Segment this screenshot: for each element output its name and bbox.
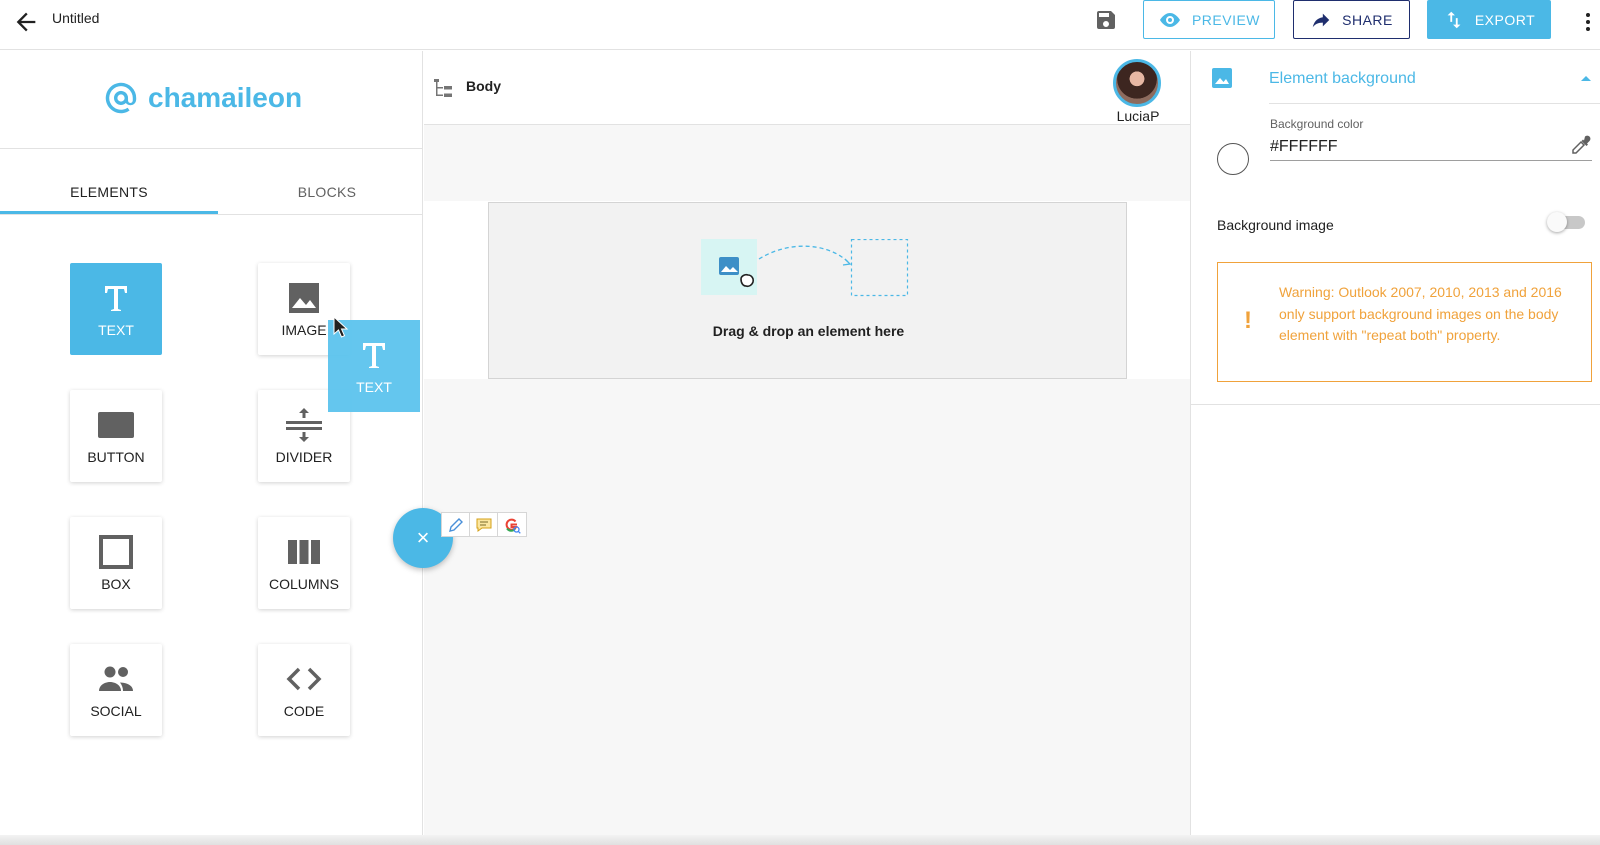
background-color-label: Background color <box>1270 117 1364 131</box>
element-label: TEXT <box>98 322 134 338</box>
export-button-label: EXPORT <box>1474 11 1536 28</box>
breadcrumb-body[interactable]: Body <box>466 78 501 94</box>
at-sign-icon <box>105 82 137 114</box>
elements-sidebar: chamaileon ELEMENTS BLOCKS TEXT IMAGE BU… <box>0 51 423 845</box>
divider <box>1191 404 1600 405</box>
settings-panel: Element background Background color Back… <box>1190 51 1600 845</box>
pencil-tool[interactable] <box>442 513 470 536</box>
avatar[interactable] <box>1113 59 1161 107</box>
toggle-knob <box>1547 212 1567 232</box>
chevron-up-icon[interactable] <box>1579 71 1593 85</box>
preview-button-label: PREVIEW <box>1191 11 1261 28</box>
document-title[interactable]: Untitled <box>52 10 99 26</box>
divider <box>0 148 423 149</box>
tab-elements[interactable]: ELEMENTS <box>0 171 218 213</box>
social-people-icon <box>99 666 133 691</box>
color-swatch[interactable] <box>1217 143 1249 175</box>
share-button-label: SHARE <box>1342 11 1393 28</box>
element-label: COLUMNS <box>268 576 339 592</box>
element-label: IMAGE <box>281 322 327 338</box>
share-button[interactable]: SHARE <box>1293 0 1410 39</box>
section-title[interactable]: Element background <box>1269 70 1416 88</box>
button-icon <box>98 412 134 438</box>
background-image-label: Background image <box>1217 217 1334 233</box>
divider <box>0 214 423 215</box>
element-box-card[interactable]: BOX <box>70 517 162 609</box>
google-search-tool[interactable] <box>498 513 526 536</box>
bottom-edge <box>0 835 1600 845</box>
close-icon: × <box>416 525 430 550</box>
element-label: BUTTON <box>87 449 145 465</box>
element-label: CODE <box>283 703 325 719</box>
element-label: DIVIDER <box>275 449 333 465</box>
text-t-icon <box>105 286 127 311</box>
canvas-header: Body LuciaP <box>424 51 1190 125</box>
background-color-input[interactable] <box>1270 133 1592 161</box>
preview-button[interactable]: PREVIEW <box>1143 0 1275 39</box>
drag-drop-illustration-icon <box>701 239 909 297</box>
element-social-card[interactable]: SOCIAL <box>70 644 162 736</box>
share-arrow-icon <box>1312 13 1330 27</box>
box-icon <box>99 535 133 569</box>
image-icon <box>289 283 319 313</box>
text-t-icon <box>363 343 385 368</box>
export-button[interactable]: EXPORT <box>1427 0 1551 39</box>
quick-tools <box>441 512 527 537</box>
comment-icon <box>476 518 491 532</box>
email-canvas: Body LuciaP Drag & drop an element here <box>424 51 1190 845</box>
element-label: SOCIAL <box>90 703 142 719</box>
arrow-left-icon[interactable] <box>12 8 40 36</box>
user-name: LuciaP <box>1116 108 1160 124</box>
tree-structure-icon[interactable] <box>432 77 454 99</box>
top-toolbar: Untitled PREVIEW SHARE EXPORT <box>0 0 1600 50</box>
image-icon <box>1212 68 1232 88</box>
exclamation-icon: ! <box>1244 307 1252 334</box>
warning-box: ! Warning: Outlook 2007, 2010, 2013 and … <box>1217 262 1592 382</box>
google-search-icon <box>505 518 521 534</box>
eye-icon <box>1159 12 1180 27</box>
columns-icon <box>288 540 320 564</box>
more-vertical-icon[interactable] <box>1580 10 1596 34</box>
pencil-icon <box>448 517 463 532</box>
warning-text: Warning: Outlook 2007, 2010, 2013 and 20… <box>1279 284 1562 343</box>
chamaileon-logo: chamaileon <box>102 79 302 117</box>
swap-vertical-icon <box>1447 11 1461 28</box>
divider <box>1269 103 1600 104</box>
element-label: BOX <box>101 576 131 592</box>
element-text-card[interactable]: TEXT <box>70 263 162 355</box>
dragged-element-label: TEXT <box>356 379 392 395</box>
drop-zone[interactable]: Drag & drop an element here <box>488 202 1127 379</box>
element-columns-card[interactable]: COLUMNS <box>258 517 350 609</box>
floppy-disk-icon[interactable] <box>1094 8 1118 32</box>
comment-tool[interactable] <box>470 513 498 536</box>
drop-zone-text: Drag & drop an element here <box>712 323 905 339</box>
logo-text: chamaileon <box>148 82 303 113</box>
mouse-pointer-icon <box>333 316 349 338</box>
tab-blocks[interactable]: BLOCKS <box>218 171 436 213</box>
code-icon <box>286 667 322 691</box>
element-button-card[interactable]: BUTTON <box>70 390 162 482</box>
eyedropper-icon[interactable] <box>1570 134 1592 156</box>
background-image-toggle[interactable] <box>1547 212 1585 232</box>
element-code-card[interactable]: CODE <box>258 644 350 736</box>
divider-icon <box>286 408 322 442</box>
